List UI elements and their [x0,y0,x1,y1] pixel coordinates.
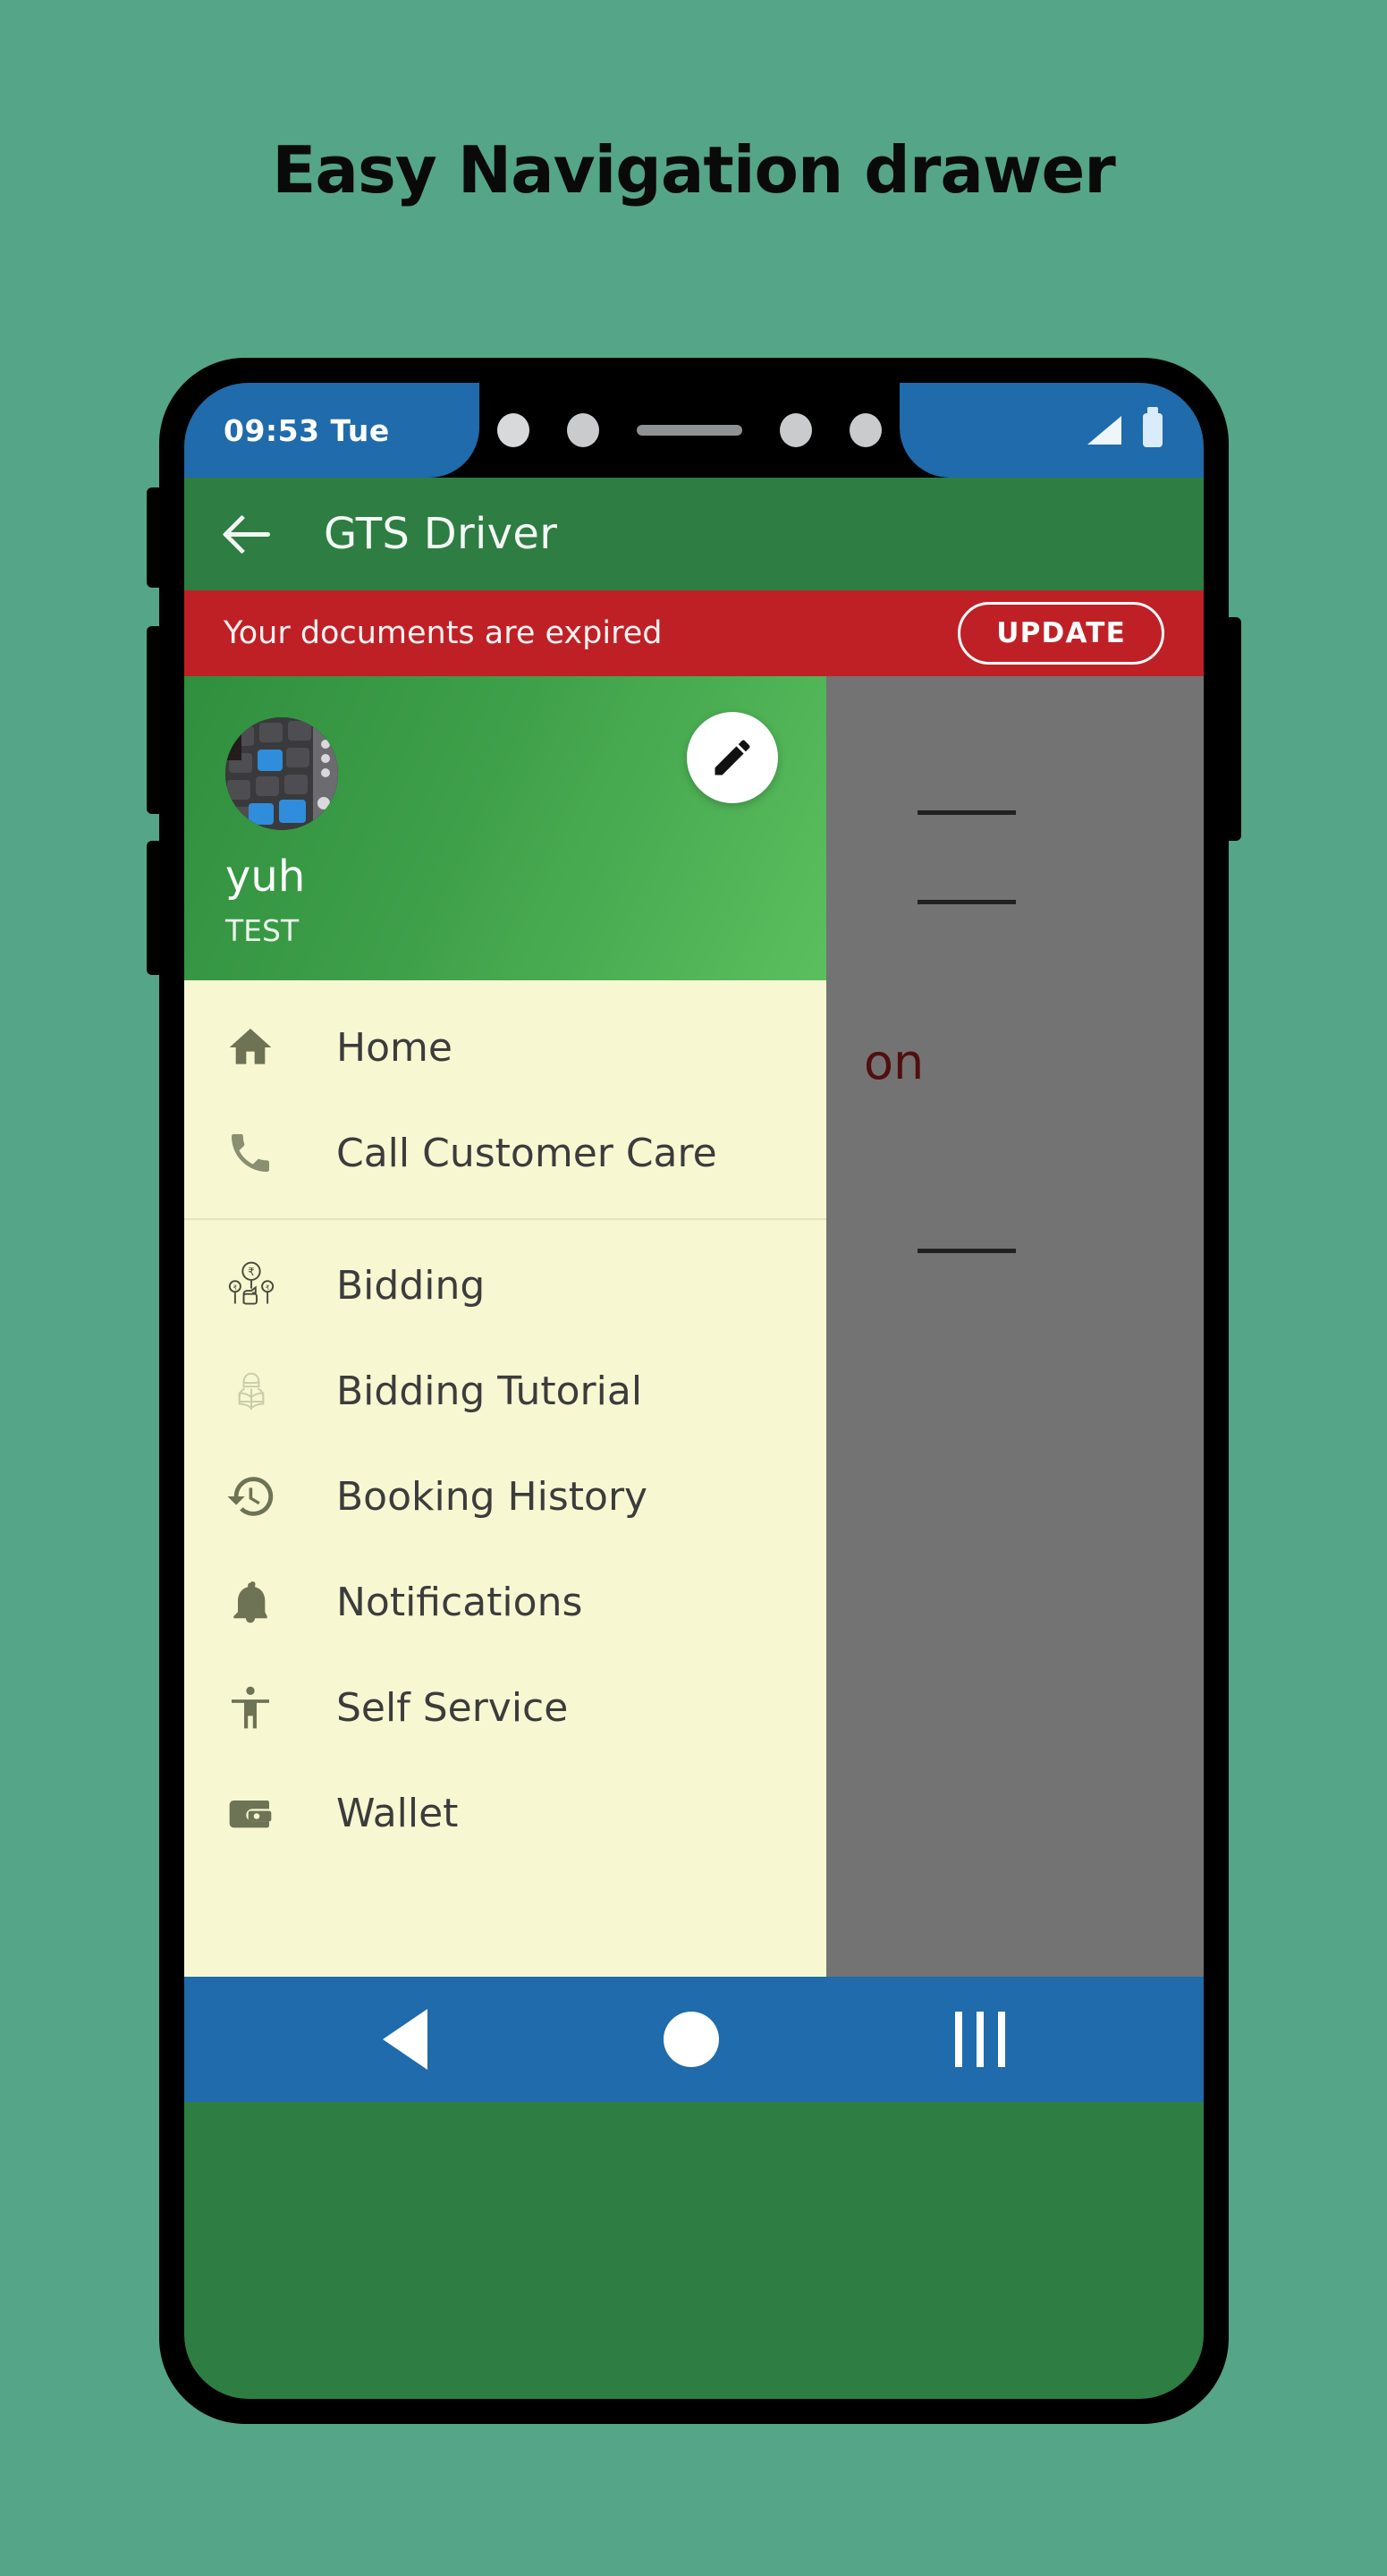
menu-divider [184,1218,826,1220]
svg-text:₹: ₹ [266,1284,270,1292]
edit-profile-button[interactable] [687,712,778,803]
proximity-sensor-icon [567,413,599,447]
light-sensor-icon [780,413,812,447]
person-reading-icon [225,1365,290,1417]
back-arrow-icon[interactable] [225,510,274,558]
bell-icon [225,1577,290,1627]
signal-triangle-icon [1087,416,1121,445]
status-bar-right [900,383,1204,478]
phone-side-button-volume-down[interactable] [147,841,161,975]
sidebar-item-label: Call Customer Care [336,1130,717,1176]
avatar[interactable] [225,717,338,830]
phone-side-button-volume-up[interactable] [147,626,161,814]
sidebar-item-label: Self Service [336,1684,569,1731]
phone-icon [225,1128,290,1178]
sidebar-item-label: Wallet [336,1790,459,1836]
document-expired-banner: Your documents are expired UPDATE [184,590,1204,676]
wallet-icon [225,1788,290,1838]
nav-back-button[interactable] [383,2009,427,2070]
update-button[interactable]: UPDATE [958,602,1164,665]
status-bar-clock: 09:53 Tue [224,412,390,448]
sidebar-item-home[interactable]: Home [184,995,826,1100]
profile-subtitle: TEST [225,913,300,948]
accessibility-person-icon [225,1682,290,1733]
phone-side-button-power[interactable] [1227,617,1241,841]
app-bar-title: GTS Driver [324,509,558,559]
home-icon [225,1022,290,1072]
sidebar-item-self-service[interactable]: Self Service [184,1655,826,1760]
pencil-edit-icon [715,740,750,775]
sidebar-item-wallet[interactable]: Wallet [184,1760,826,1866]
navigation-drawer: yuh TEST Home Call Customer Care ₹ ₹ ₹ B… [184,676,826,1977]
sidebar-item-bidding-tutorial[interactable]: Bidding Tutorial [184,1338,826,1444]
nav-recents-button[interactable] [955,2012,1005,2067]
sidebar-item-notifications[interactable]: Notifications [184,1549,826,1655]
phone-screen: 09:53 Tue GTS Driver Your documents are … [184,383,1204,2399]
sidebar-item-call-customer-care[interactable]: Call Customer Care [184,1100,826,1206]
svg-text:₹: ₹ [248,1266,255,1278]
phone-side-button-mute[interactable] [147,487,161,588]
nav-home-button[interactable] [664,2012,719,2067]
sidebar-item-label: Bidding Tutorial [336,1368,643,1414]
status-bar-left: 09:53 Tue [184,383,479,478]
sidebar-item-label: Bidding [336,1262,486,1309]
android-nav-bar [184,1977,1204,2102]
sidebar-item-label: Booking History [336,1473,648,1520]
phone-frame: 09:53 Tue GTS Driver Your documents are … [147,358,1241,2424]
content-area: on [184,676,1204,1977]
front-camera-icon [850,413,882,447]
drawer-header: yuh TEST [184,676,826,980]
profile-name: yuh [225,852,306,902]
earpiece-speaker [637,425,742,436]
notch-sensor-cluster [479,383,900,478]
battery-icon [1143,407,1163,447]
camera-sensor-icon [497,413,529,447]
svg-text:₹: ₹ [233,1284,238,1292]
banner-message: Your documents are expired [224,615,663,651]
page-title: Easy Navigation drawer [272,132,1116,208]
history-clock-icon [225,1470,290,1522]
sidebar-item-booking-history[interactable]: Booking History [184,1444,826,1549]
sidebar-item-bidding[interactable]: ₹ ₹ ₹ Bidding [184,1233,826,1338]
app-bar: GTS Driver [184,478,1204,590]
status-bar: 09:53 Tue [184,383,1204,478]
drawer-menu-group-primary: Home Call Customer Care [184,980,826,1220]
drawer-menu-group-secondary: ₹ ₹ ₹ Bidding Bidding Tutorial Booking H… [184,1233,826,1866]
sidebar-item-label: Home [336,1024,452,1071]
sidebar-item-label: Notifications [336,1579,583,1625]
rupee-bidding-icon: ₹ ₹ ₹ [225,1259,290,1311]
